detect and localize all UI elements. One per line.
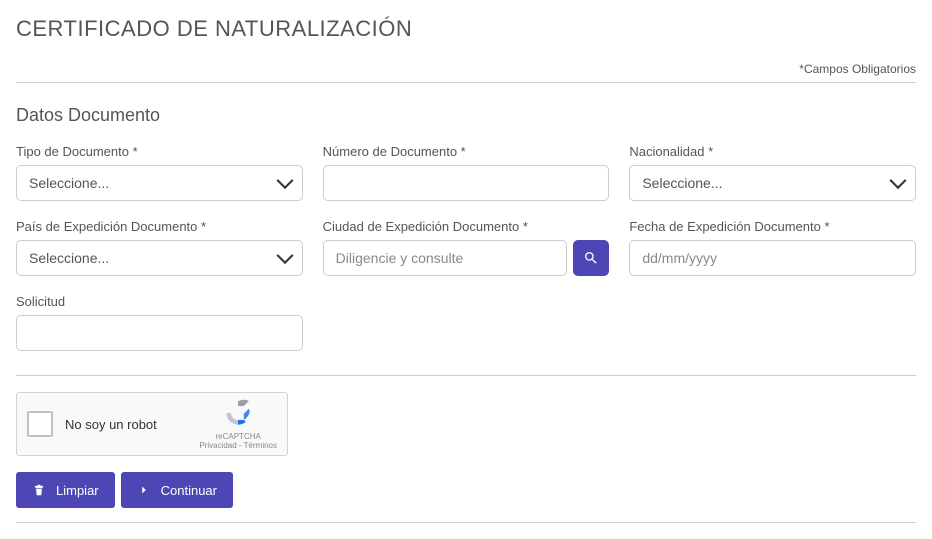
divider — [16, 522, 916, 523]
limpiar-label: Limpiar — [56, 483, 99, 498]
search-icon — [583, 250, 599, 266]
numero-documento-label: Número de Documento * — [323, 144, 610, 159]
page-title: CERTIFICADO DE NATURALIZACIÓN — [16, 16, 916, 42]
fecha-expedicion-input[interactable] — [629, 240, 916, 276]
ciudad-expedicion-label: Ciudad de Expedición Documento * — [323, 219, 610, 234]
ciudad-search-button[interactable] — [573, 240, 609, 276]
divider — [16, 82, 916, 83]
limpiar-button[interactable]: Limpiar — [16, 472, 115, 508]
nacionalidad-select[interactable]: Seleccione... — [629, 165, 916, 201]
recaptcha-checkbox[interactable] — [27, 411, 53, 437]
nacionalidad-label: Nacionalidad * — [629, 144, 916, 159]
chevron-right-icon — [137, 483, 151, 497]
continuar-label: Continuar — [161, 483, 217, 498]
recaptcha-label: No soy un robot — [65, 417, 157, 432]
section-title: Datos Documento — [16, 105, 916, 126]
solicitud-input[interactable] — [16, 315, 303, 351]
pais-expedicion-select[interactable]: Seleccione... — [16, 240, 303, 276]
recaptcha-links[interactable]: Privacidad - Términos — [199, 441, 277, 451]
recaptcha-widget: No soy un robot reCAPTCHA Privacidad - T… — [16, 392, 288, 456]
solicitud-label: Solicitud — [16, 294, 303, 309]
divider — [16, 375, 916, 376]
required-note: *Campos Obligatorios — [16, 62, 916, 76]
tipo-documento-select[interactable]: Seleccione... — [16, 165, 303, 201]
pais-expedicion-label: País de Expedición Documento * — [16, 219, 303, 234]
trash-icon — [32, 483, 46, 497]
ciudad-expedicion-input[interactable] — [323, 240, 568, 276]
fecha-expedicion-label: Fecha de Expedición Documento * — [629, 219, 916, 234]
continuar-button[interactable]: Continuar — [121, 472, 233, 508]
tipo-documento-label: Tipo de Documento * — [16, 144, 303, 159]
recaptcha-brand: reCAPTCHA — [199, 432, 277, 442]
recaptcha-icon — [224, 399, 252, 427]
numero-documento-input[interactable] — [323, 165, 610, 201]
